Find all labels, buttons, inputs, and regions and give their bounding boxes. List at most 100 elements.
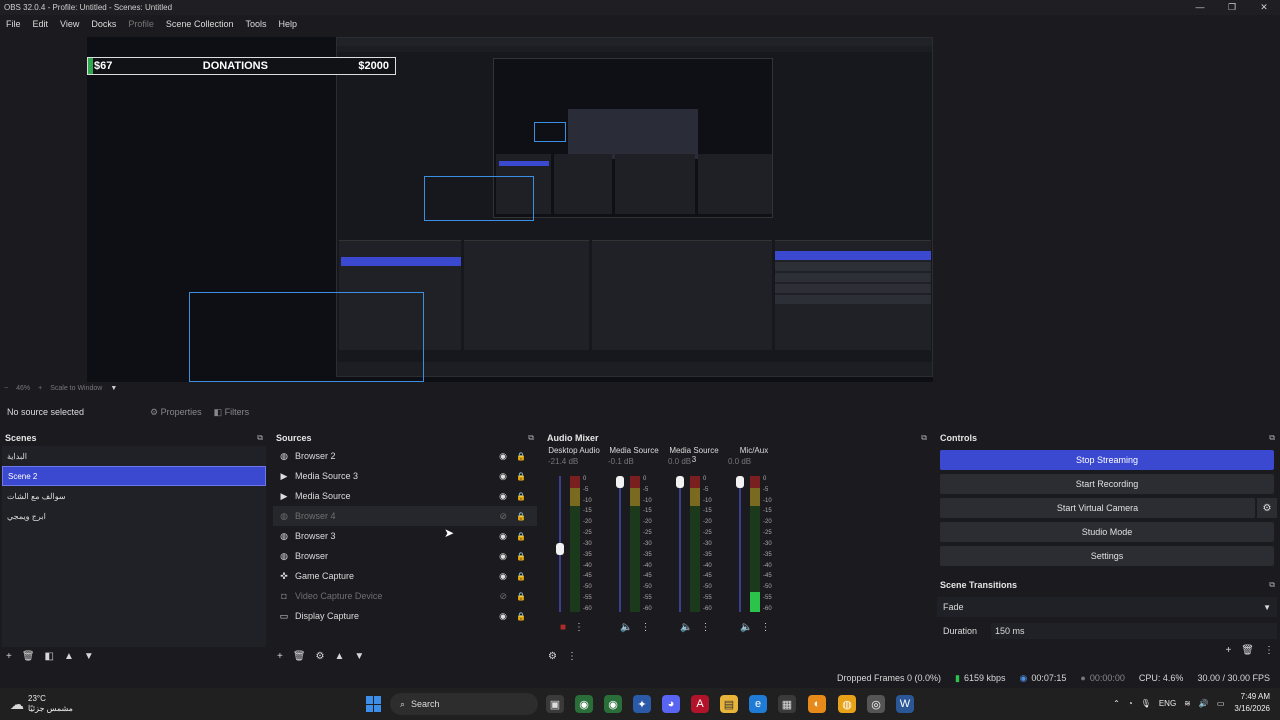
eye-icon[interactable]: ◉ bbox=[499, 451, 507, 462]
add-icon[interactable]: + bbox=[1225, 645, 1231, 656]
source-item-hidden[interactable]: ◍ Browser 4 ⊘ 🔒 bbox=[273, 506, 537, 526]
lock-icon[interactable]: 🔒 bbox=[516, 472, 526, 481]
volume-slider-handle[interactable] bbox=[736, 476, 744, 488]
channel-menu-icon[interactable]: ⋮ bbox=[700, 622, 710, 633]
battery-icon[interactable]: ▭ bbox=[1217, 699, 1225, 708]
scale-mode[interactable]: Scale to Window bbox=[46, 385, 106, 392]
minimize-icon[interactable]: — bbox=[1184, 0, 1216, 15]
virtual-camera-settings-icon[interactable]: ⚙ bbox=[1257, 498, 1277, 518]
volume-slider-handle[interactable] bbox=[616, 476, 624, 488]
source-item[interactable]: ◍ Browser 3 ◉ 🔒 bbox=[273, 526, 537, 546]
source-item[interactable]: ◍ Browser 2 ◉ 🔒 bbox=[273, 446, 537, 466]
chrome-icon[interactable]: ◉ bbox=[575, 695, 593, 713]
more-icon[interactable]: ⋮ bbox=[1264, 645, 1274, 656]
add-icon[interactable]: + bbox=[6, 651, 12, 662]
clock[interactable]: 7:49 AM 3/16/2026 bbox=[1234, 691, 1270, 715]
source-bounding-box-3[interactable] bbox=[534, 122, 566, 142]
chrome-icon[interactable]: ◉ bbox=[604, 695, 622, 713]
settings-button[interactable]: Settings bbox=[940, 546, 1274, 566]
volume-slider-handle[interactable] bbox=[676, 476, 684, 488]
speaker-icon[interactable]: 🔈 bbox=[680, 622, 692, 633]
zoom-in-icon[interactable]: + bbox=[34, 385, 46, 392]
volume-slider-handle[interactable] bbox=[556, 542, 564, 555]
chevron-up-icon[interactable]: ⌃ bbox=[1113, 699, 1120, 708]
source-bounding-box-2[interactable] bbox=[424, 176, 534, 221]
menu-scene-collection[interactable]: Scene Collection bbox=[160, 19, 240, 29]
mixer-settings-icon[interactable]: ⚙ bbox=[548, 651, 557, 662]
app-icon[interactable]: ◍ bbox=[838, 695, 856, 713]
acrobat-icon[interactable]: A bbox=[691, 695, 709, 713]
maximize-icon[interactable]: ❐ bbox=[1216, 0, 1248, 15]
muted-icon[interactable]: ■ bbox=[560, 622, 566, 633]
transition-select[interactable]: Fade ▼ bbox=[937, 597, 1277, 617]
lock-icon[interactable]: 🔒 bbox=[516, 492, 526, 501]
task-view-icon[interactable]: ▣ bbox=[546, 695, 564, 713]
source-item[interactable]: ▭ Display Capture ◉ 🔒 bbox=[273, 606, 537, 626]
stop-streaming-button[interactable]: Stop Streaming bbox=[940, 450, 1274, 470]
channel-menu-icon[interactable]: ⋮ bbox=[640, 622, 650, 633]
more-icon[interactable]: ⋮ bbox=[567, 651, 577, 662]
zoom-out-icon[interactable]: − bbox=[0, 385, 12, 392]
properties-button[interactable]: ⚙ Properties bbox=[150, 407, 202, 418]
discord-icon[interactable]: ◕ bbox=[662, 695, 680, 713]
menu-tools[interactable]: Tools bbox=[239, 19, 272, 29]
source-item[interactable]: ◍ Browser ◉ 🔒 bbox=[273, 546, 537, 566]
browser-icon[interactable]: ◐ bbox=[808, 695, 826, 713]
eye-icon[interactable]: ◉ bbox=[499, 491, 507, 502]
move-down-icon[interactable]: ▼ bbox=[84, 651, 94, 662]
channel-menu-icon[interactable]: ⋮ bbox=[760, 622, 770, 633]
taskbar-search[interactable]: ⌕ Search bbox=[390, 693, 538, 715]
eye-hidden-icon[interactable]: ⊘ bbox=[499, 591, 507, 602]
duration-input[interactable]: 150 ms bbox=[991, 623, 1277, 639]
word-icon[interactable]: W bbox=[896, 695, 914, 713]
volume-track[interactable] bbox=[739, 476, 741, 612]
dock-float-icon[interactable]: ⧉ bbox=[257, 433, 263, 443]
speaker-icon[interactable]: 🔈 bbox=[740, 622, 752, 633]
source-item[interactable]: ✜ Game Capture ◉ 🔒 bbox=[273, 566, 537, 586]
menu-view[interactable]: View bbox=[54, 19, 85, 29]
trash-icon[interactable]: 🗑 bbox=[22, 651, 35, 662]
edge-icon[interactable]: e bbox=[749, 695, 767, 713]
windows-start-icon[interactable] bbox=[366, 696, 382, 712]
filter-icon[interactable]: ◧ bbox=[45, 651, 54, 662]
copilot-icon[interactable]: ✦ bbox=[633, 695, 651, 713]
trash-icon[interactable]: 🗑 bbox=[293, 651, 306, 662]
file-explorer-icon[interactable]: ▤ bbox=[720, 695, 738, 713]
lock-icon[interactable]: 🔒 bbox=[516, 592, 526, 601]
store-icon[interactable]: ▦ bbox=[778, 695, 796, 713]
eye-icon[interactable]: ◉ bbox=[499, 551, 507, 562]
move-up-icon[interactable]: ▲ bbox=[64, 651, 74, 662]
dock-float-icon[interactable]: ⧉ bbox=[1269, 580, 1275, 590]
gear-icon[interactable]: ⚙ bbox=[316, 651, 325, 662]
lock-icon[interactable]: 🔒 bbox=[516, 612, 526, 621]
channel-menu-icon[interactable]: ⋮ bbox=[574, 622, 584, 633]
mic-icon[interactable]: 🎙 bbox=[1141, 699, 1151, 708]
start-recording-button[interactable]: Start Recording bbox=[940, 474, 1274, 494]
trash-icon[interactable]: 🗑 bbox=[1241, 645, 1254, 656]
source-item[interactable]: ▶ Media Source ◉ 🔒 bbox=[273, 486, 537, 506]
lock-icon[interactable]: 🔒 bbox=[516, 552, 526, 561]
dock-float-icon[interactable]: ⧉ bbox=[1269, 433, 1275, 443]
volume-track[interactable] bbox=[679, 476, 681, 612]
source-bounding-box[interactable] bbox=[189, 292, 424, 382]
menu-help[interactable]: Help bbox=[272, 19, 303, 29]
filters-button[interactable]: ◧ Filters bbox=[214, 407, 250, 418]
lock-icon[interactable]: 🔒 bbox=[516, 512, 526, 521]
source-item[interactable]: ▶ Media Source 3 ◉ 🔒 bbox=[273, 466, 537, 486]
eye-icon[interactable]: ◉ bbox=[499, 571, 507, 582]
studio-mode-button[interactable]: Studio Mode bbox=[940, 522, 1274, 542]
wifi-icon[interactable]: ≋ bbox=[1184, 699, 1191, 708]
dock-float-icon[interactable]: ⧉ bbox=[921, 433, 927, 443]
move-down-icon[interactable]: ▼ bbox=[354, 651, 364, 662]
scene-item[interactable]: البداية bbox=[2, 446, 266, 466]
dock-float-icon[interactable]: ⧉ bbox=[528, 433, 534, 443]
eye-hidden-icon[interactable]: ⊘ bbox=[499, 511, 507, 522]
scene-item-selected[interactable]: Scene 2 bbox=[2, 466, 266, 486]
scene-item[interactable]: ابرج ويمجي bbox=[2, 506, 266, 526]
speaker-icon[interactable]: 🔈 bbox=[620, 622, 632, 633]
weather-widget[interactable]: ☁ 23°C مشمس جزئيًا bbox=[10, 694, 73, 714]
menu-edit[interactable]: Edit bbox=[27, 19, 55, 29]
obs-icon[interactable]: ◎ bbox=[867, 695, 885, 713]
menu-docks[interactable]: Docks bbox=[85, 19, 122, 29]
chevron-down-icon[interactable]: ▼ bbox=[106, 385, 121, 392]
